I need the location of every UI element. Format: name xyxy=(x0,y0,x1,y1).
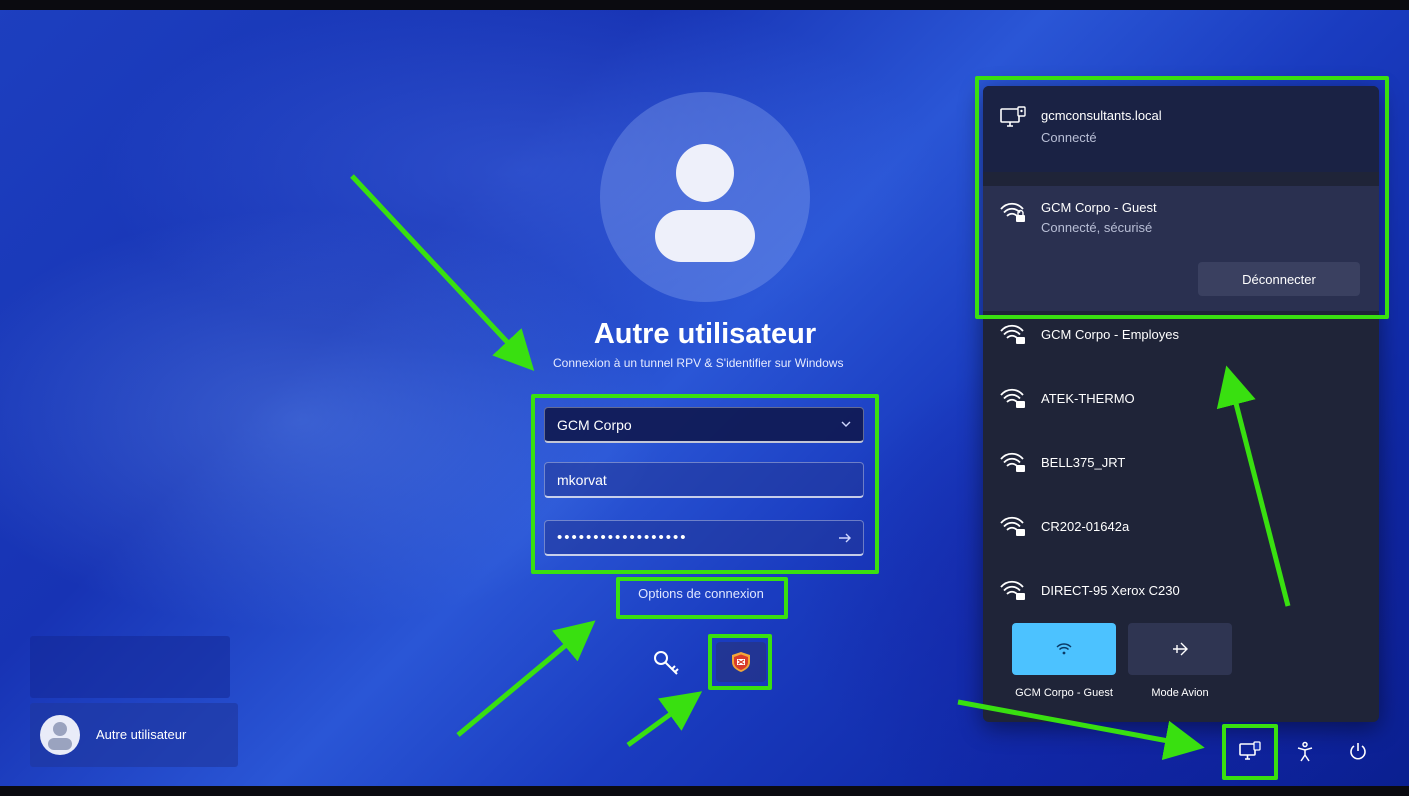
active-wifi-status: Connecté, sécurisé xyxy=(1041,220,1153,235)
wifi-lock-icon xyxy=(1000,388,1025,408)
domain-network-item[interactable]: gcmconsultants.local Connecté xyxy=(983,86,1379,172)
wifi-lock-icon xyxy=(1000,516,1025,536)
bottom-edge xyxy=(0,786,1409,796)
password-field[interactable]: •••••••••••••••••• xyxy=(544,520,864,556)
accessibility-icon[interactable] xyxy=(1293,740,1317,764)
wifi-list-item[interactable]: ATEK-THERMO xyxy=(983,382,1379,422)
wifi-list-item[interactable]: DIRECT-95 Xerox C230 xyxy=(983,574,1379,614)
active-wifi-item[interactable]: GCM Corpo - Guest Connecté, sécurisé Déc… xyxy=(983,186,1379,311)
wifi-lock-icon xyxy=(1000,202,1025,222)
network-flyout: gcmconsultants.local Connecté GCM Corpo … xyxy=(983,86,1379,722)
wifi-icon xyxy=(1056,643,1072,655)
wifi-quick-label: GCM Corpo - Guest xyxy=(1015,687,1113,699)
vpn-select-value: GCM Corpo xyxy=(557,416,632,433)
network-computer-icon[interactable] xyxy=(1238,740,1262,764)
submit-arrow-icon[interactable] xyxy=(837,530,853,546)
wifi-name: BELL375_JRT xyxy=(1041,455,1126,470)
power-icon[interactable] xyxy=(1346,740,1370,764)
wifi-name: GCM Corpo - Employes xyxy=(1041,327,1179,342)
wifi-lock-icon xyxy=(1000,452,1025,472)
wifi-lock-icon xyxy=(1000,580,1025,600)
username-value: mkorvat xyxy=(557,471,607,488)
wifi-name: CR202-01642a xyxy=(1041,519,1130,534)
user-tile-other-user[interactable]: Autre utilisateur xyxy=(30,703,238,767)
vpn-shield-button[interactable] xyxy=(716,642,766,682)
domain-name: gcmconsultants.local xyxy=(1041,108,1162,123)
user-avatar xyxy=(600,92,810,302)
person-icon xyxy=(40,715,80,755)
password-mask: •••••••••••••••••• xyxy=(557,529,688,546)
username-field[interactable]: mkorvat xyxy=(544,462,864,498)
shield-icon xyxy=(732,652,750,672)
wifi-list-item[interactable]: GCM Corpo - Employes xyxy=(983,318,1379,358)
domain-status: Connecté xyxy=(1041,130,1097,145)
key-icon[interactable] xyxy=(651,648,681,678)
wifi-list-item[interactable]: BELL375_JRT xyxy=(983,446,1379,486)
user-tile-empty[interactable] xyxy=(30,636,230,698)
top-edge xyxy=(0,0,1409,10)
vpn-connection-select[interactable]: GCM Corpo xyxy=(544,407,864,443)
avatar-head xyxy=(676,144,734,202)
wifi-lock-icon xyxy=(1000,324,1025,344)
airplane-icon xyxy=(1173,642,1188,656)
sign-in-options-link[interactable]: Options de connexion xyxy=(616,586,786,601)
avatar-body xyxy=(655,210,755,262)
vpn-subtitle: Connexion à un tunnel RPV & S'identifier… xyxy=(553,356,844,370)
user-tile-name: Autre utilisateur xyxy=(96,727,187,742)
wifi-list-item[interactable]: CR202-01642a xyxy=(983,510,1379,550)
wifi-name: DIRECT-95 Xerox C230 xyxy=(1041,583,1180,598)
wifi-quick-toggle[interactable] xyxy=(1012,623,1116,675)
wifi-name: ATEK-THERMO xyxy=(1041,391,1135,406)
active-wifi-name: GCM Corpo - Guest xyxy=(1041,200,1157,215)
airplane-mode-toggle[interactable] xyxy=(1128,623,1232,675)
disconnect-button[interactable]: Déconnecter xyxy=(1198,262,1360,296)
network-computer-icon xyxy=(1000,106,1026,127)
chevron-down-icon xyxy=(841,421,851,427)
user-title: Autre utilisateur xyxy=(593,318,817,350)
airplane-quick-label: Mode Avion xyxy=(1151,687,1209,699)
